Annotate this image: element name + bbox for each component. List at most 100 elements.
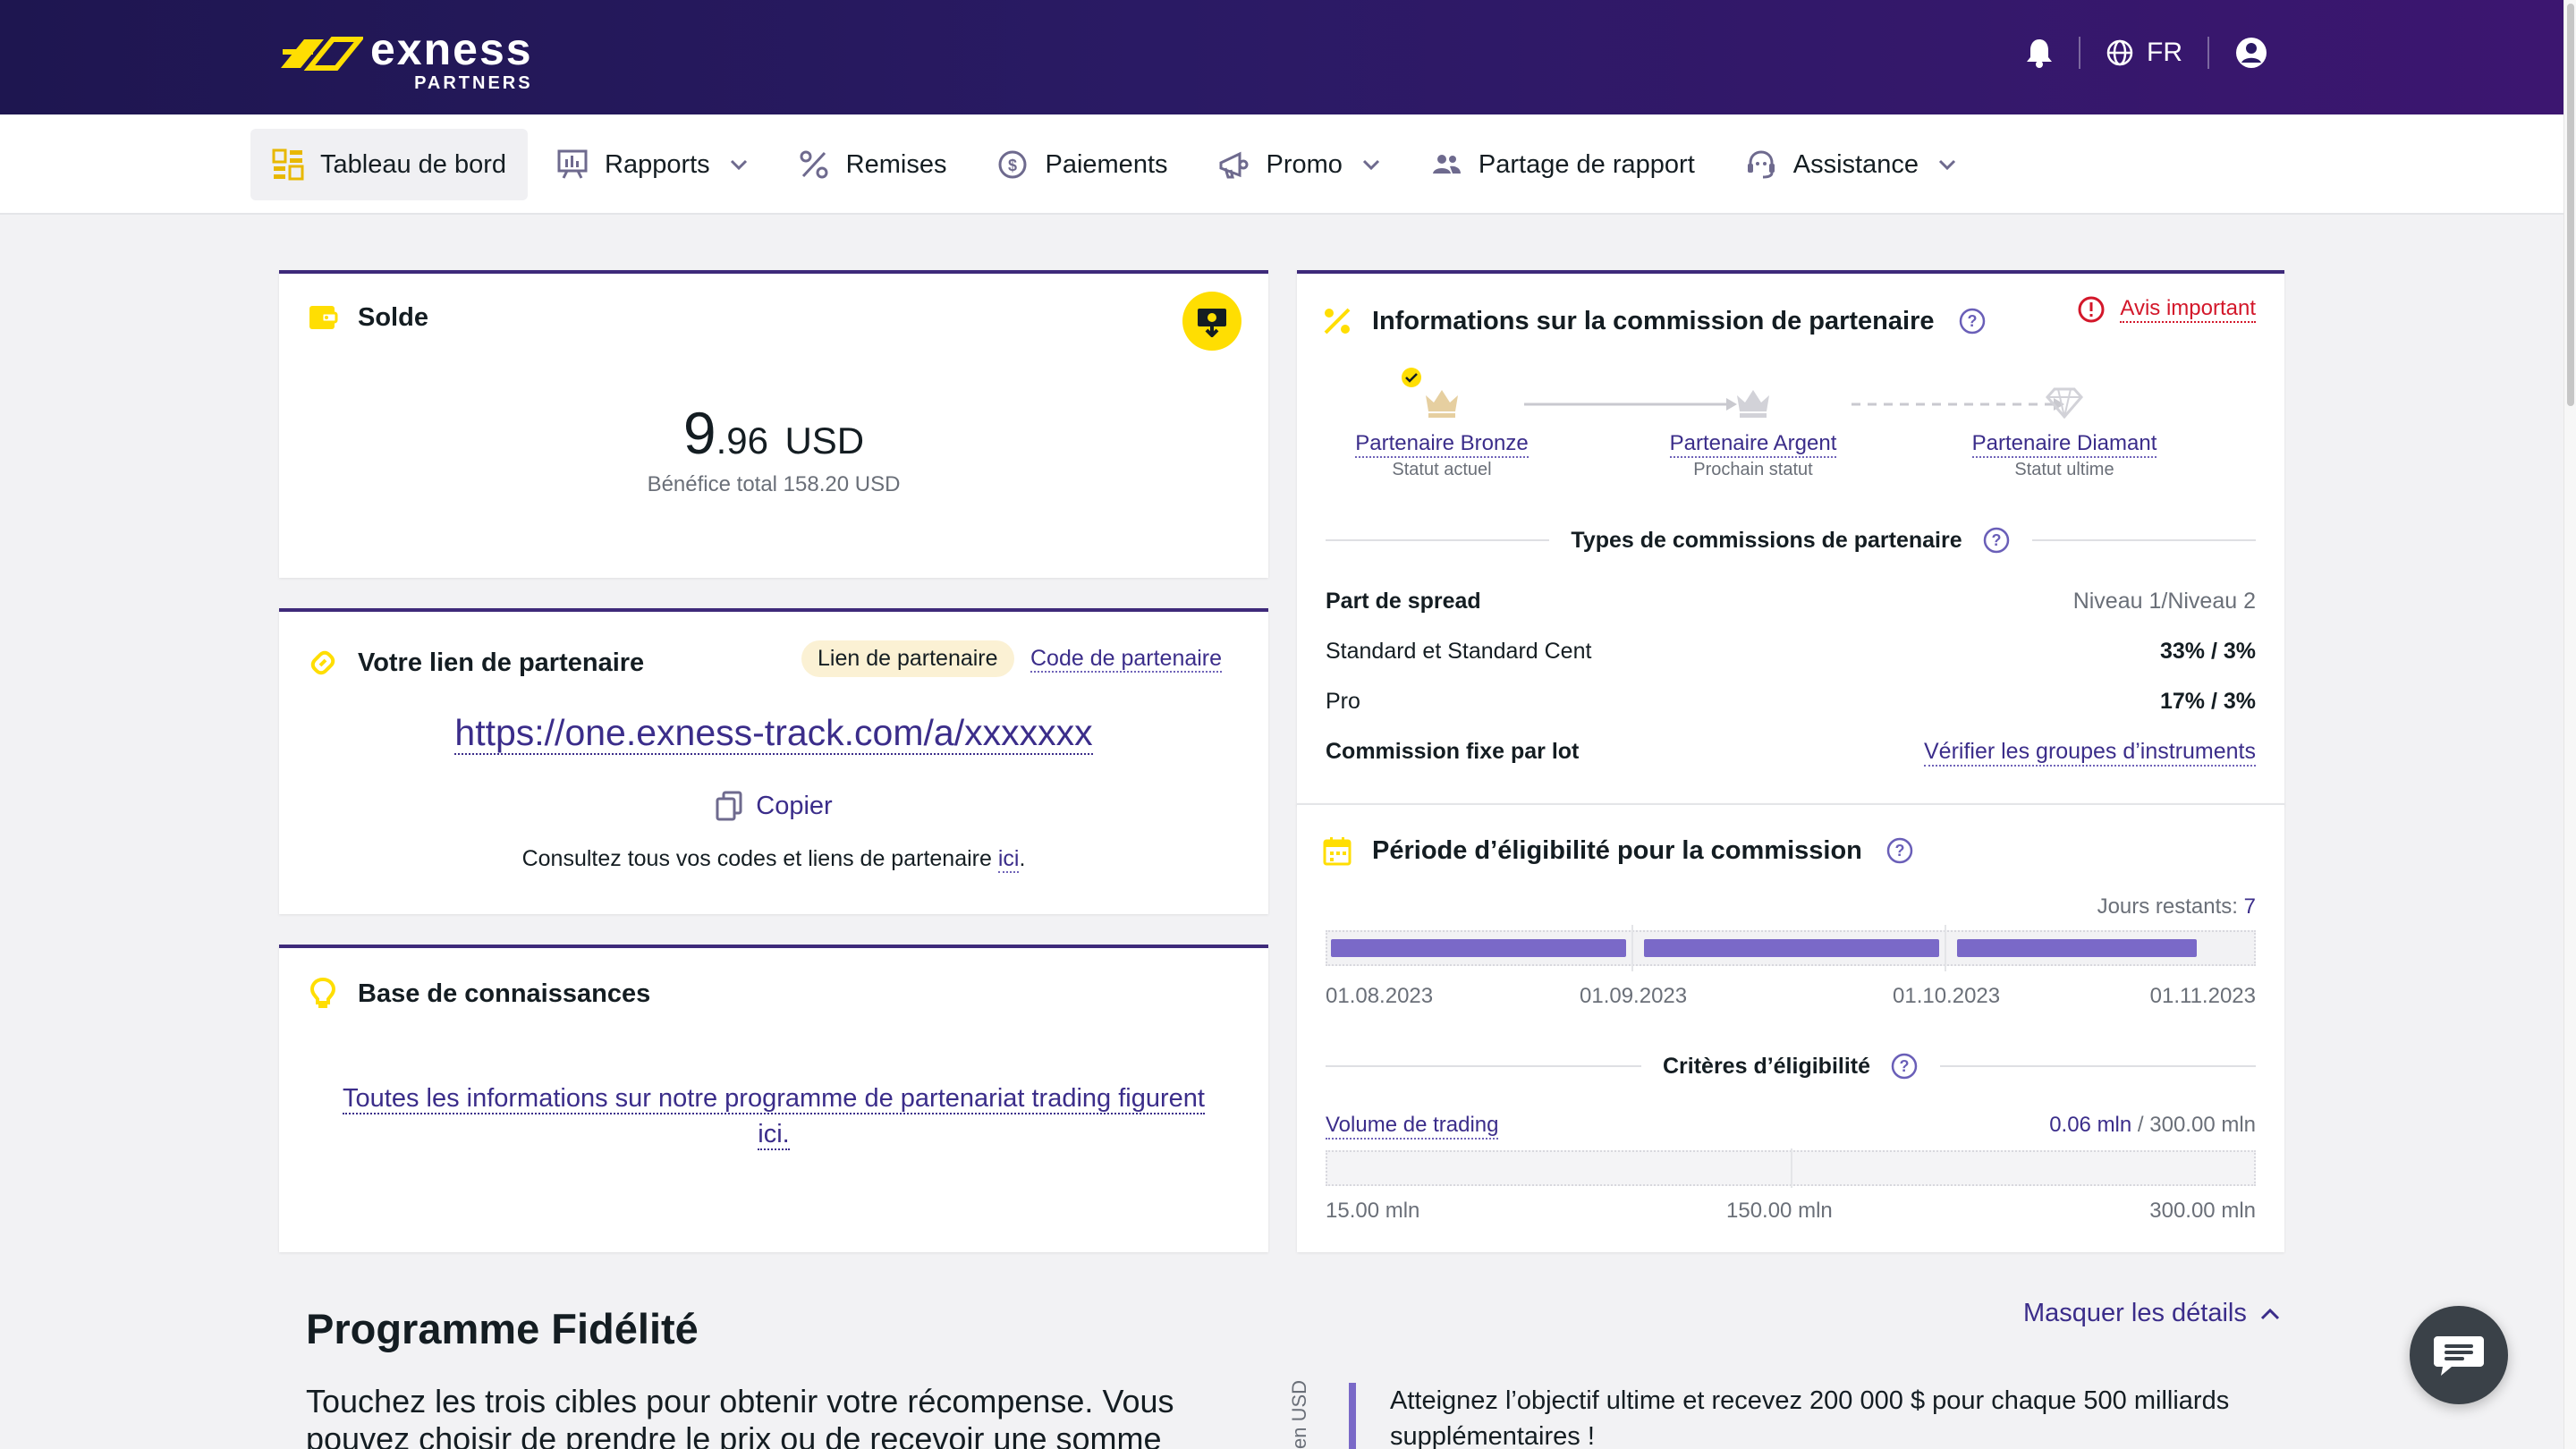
nav-label: Rapports — [605, 149, 710, 179]
period-segment — [1644, 939, 1939, 957]
loyalty-title: Programme Fidélité — [306, 1305, 699, 1352]
page-scrollbar[interactable] — [2563, 0, 2576, 1449]
tab-partner-code[interactable]: Code de partenaire — [1030, 646, 1223, 673]
scrollbar-thumb[interactable] — [2567, 4, 2574, 406]
status-name[interactable]: Partenaire Bronze — [1355, 431, 1529, 458]
period-date: 01.08.2023 — [1326, 984, 1434, 1008]
nav-label: Tableau de bord — [320, 149, 506, 179]
tab-partner-link[interactable]: Lien de partenaire — [801, 640, 1014, 677]
top-header: exness PARTNERS FR — [0, 0, 2563, 114]
volume-target: / 300.00 mln — [2131, 1113, 2256, 1137]
balance-int: 9 — [682, 400, 716, 466]
loyalty-goal-text: Atteignez l’objectif ultime et recevez 2… — [1349, 1383, 2261, 1449]
criteria-divider: Critères d’éligibilité ? — [1326, 1052, 2257, 1080]
knowledge-link[interactable]: Toutes les informations sur notre progra… — [324, 1080, 1224, 1152]
trading-volume-row: Volume de trading 0.06 mln / 300.00 mln — [1326, 1113, 2256, 1140]
check-badge-icon — [1402, 368, 1421, 387]
days-remaining-label: Jours restants: — [2097, 894, 2238, 919]
eligibility-card: Période d’éligibilité pour la commission… — [1297, 803, 2284, 1252]
nav-label: Promo — [1266, 149, 1343, 179]
nav-payments[interactable]: $ Paiements — [975, 129, 1189, 200]
commission-row-label: Standard et Standard Cent — [1326, 639, 1592, 664]
language-code: FR — [2147, 38, 2182, 67]
hide-details-button[interactable]: Masquer les détails — [2023, 1299, 2281, 1328]
help-icon[interactable]: ? — [1958, 307, 1987, 335]
status-bronze: Partenaire Bronze Statut actuel — [1335, 368, 1549, 480]
svg-text:$: $ — [1008, 157, 1017, 174]
trading-volume-link[interactable]: Volume de trading — [1326, 1113, 1499, 1140]
copy-button[interactable]: Copier — [279, 791, 1268, 821]
nav-dashboard[interactable]: Tableau de bord — [250, 129, 528, 200]
total-profit: Bénéfice total 158.20 USD — [647, 472, 901, 496]
volume-mark: 15.00 mln — [1326, 1199, 1420, 1223]
nav-promo[interactable]: Promo — [1197, 129, 1402, 200]
consult-text-main: Consultez tous vos codes et liens de par… — [521, 846, 998, 871]
crown-icon — [1737, 390, 1769, 418]
nav-reports[interactable]: Rapports — [535, 129, 769, 200]
volume-mark: 300.00 mln — [2149, 1199, 2256, 1223]
loyalty-text: Touchez les trois cibles pour obtenir vo… — [306, 1383, 1174, 1449]
payment-icon: $ — [998, 150, 1027, 179]
period-segment — [1957, 939, 2197, 957]
loyalty-axis-label: en USD — [1288, 1379, 1310, 1449]
withdraw-button[interactable] — [1182, 292, 1241, 351]
nav-label: Remises — [845, 149, 947, 179]
reports-icon — [557, 149, 588, 179]
check-instrument-groups-link[interactable]: Vérifier les groupes d’instruments — [1924, 739, 2256, 767]
commission-row-label: Commission fixe par lot — [1326, 739, 1580, 764]
period-tick — [1945, 925, 1946, 971]
crown-icon — [1426, 390, 1458, 418]
status-desc: Prochain statut — [1693, 460, 1813, 479]
criteria-title: Critères d’éligibilité — [1663, 1053, 1871, 1079]
partner-link-title: Votre lien de partenaire — [358, 648, 645, 677]
chat-button[interactable] — [2410, 1306, 2508, 1404]
help-icon[interactable]: ? — [1885, 836, 1914, 865]
partner-url-text: https://one.exness-track.com/a/xxxxxxx — [454, 712, 1093, 755]
eligibility-title: Période d’éligibilité pour la commission — [1372, 835, 1862, 865]
help-icon[interactable]: ? — [1982, 526, 2011, 555]
balance-title: Solde — [358, 302, 428, 332]
user-icon[interactable] — [2234, 36, 2268, 70]
commission-row-label: Part de spread — [1326, 589, 1481, 614]
chevron-down-icon — [1938, 159, 1956, 171]
knowledge-text: Toutes les informations sur notre progra… — [343, 1084, 1205, 1150]
balance-dec: .96 — [716, 419, 768, 462]
status-name[interactable]: Partenaire Argent — [1669, 431, 1837, 458]
people-icon — [1432, 155, 1461, 174]
important-notice[interactable]: Avis important — [2077, 295, 2256, 324]
money-transfer-icon — [1198, 309, 1226, 337]
balance-currency: USD — [784, 419, 865, 462]
status-diamond: Partenaire Diamant Statut ultime — [1957, 379, 2172, 480]
nav-support[interactable]: Assistance — [1724, 129, 1978, 200]
balance-card: Solde 9.96 USD Bénéfice total 158.20 USD — [279, 270, 1268, 578]
consult-link[interactable]: ici — [997, 846, 1020, 873]
svg-text:?: ? — [1900, 1057, 1910, 1075]
nav-rebates[interactable]: Remises — [776, 129, 969, 200]
nav-label: Paiements — [1045, 149, 1168, 179]
brand-word: exness — [370, 24, 533, 74]
percent-icon — [800, 150, 828, 179]
commission-row: Commission fixe par lot Vérifier les gro… — [1326, 739, 2256, 767]
svg-text:?: ? — [1991, 531, 2001, 549]
partner-url[interactable]: https://one.exness-track.com/a/xxxxxxx — [279, 712, 1268, 755]
svg-text:?: ? — [1894, 842, 1904, 860]
commission-row-value: 33% / 3% — [2159, 639, 2256, 664]
header-divider — [2079, 37, 2080, 69]
status-desc: Statut ultime — [2014, 460, 2114, 479]
commission-row-label: Pro — [1326, 689, 1360, 714]
language-selector[interactable]: FR — [2106, 38, 2182, 68]
knowledge-card: Base de connaissances Toutes les informa… — [279, 945, 1268, 1252]
alert-icon — [2078, 296, 2105, 323]
commission-title: Informations sur la commission de parten… — [1372, 306, 1935, 335]
bell-icon[interactable] — [2025, 38, 2054, 68]
nav-report-sharing[interactable]: Partage de rapport — [1409, 129, 1716, 200]
brand-logo[interactable]: exness PARTNERS — [277, 27, 533, 94]
volume-tick — [1791, 1148, 1792, 1188]
help-icon[interactable]: ? — [1890, 1052, 1919, 1080]
percent-icon — [1324, 308, 1351, 335]
commission-row-value: Niveau 1/Niveau 2 — [2072, 589, 2256, 614]
brand-sub: PARTNERS — [414, 73, 533, 93]
status-name[interactable]: Partenaire Diamant — [1971, 431, 2157, 458]
volume-current: 0.06 mln — [2049, 1113, 2132, 1137]
chevron-down-icon — [1362, 159, 1379, 171]
